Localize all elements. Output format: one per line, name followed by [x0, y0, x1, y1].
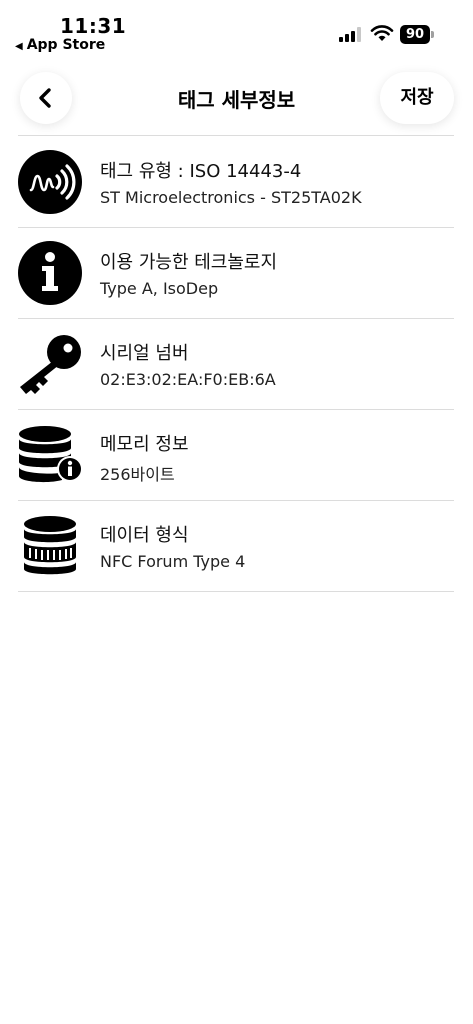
- list-item-tag-type: 태그 유형 : ISO 14443-4 ST Microelectronics …: [18, 137, 454, 228]
- database-icon: [24, 516, 76, 575]
- back-to-app-store-link[interactable]: ◀ App Store: [15, 37, 105, 53]
- item-subtitle: 02:E3:02:EA:F0:EB:6A: [100, 370, 276, 389]
- item-title: 메모리 정보: [100, 434, 189, 455]
- back-app-label: App Store: [26, 37, 106, 53]
- save-button[interactable]: 저장: [380, 72, 454, 124]
- list-item-serial-number: 시리얼 넘버 02:E3:02:EA:F0:EB:6A: [18, 319, 454, 410]
- list-item-technologies: 이용 가능한 테크놀로지 Type A, IsoDep: [18, 228, 454, 319]
- battery-level: 90: [400, 25, 430, 44]
- list-item-data-format: 데이터 형식 NFC Forum Type 4: [18, 501, 454, 592]
- key-icon: [20, 335, 81, 394]
- back-triangle-icon: ◀: [15, 41, 23, 52]
- item-subtitle: ST Microelectronics - ST25TA02K: [100, 188, 362, 207]
- item-title: 시리얼 넘버: [100, 343, 189, 364]
- status-bar: 11:31 ◀ App Store 90: [0, 0, 473, 56]
- item-title: 태그 유형 : ISO 14443-4: [100, 161, 302, 182]
- info-icon: [18, 241, 82, 305]
- item-subtitle: NFC Forum Type 4: [100, 552, 246, 571]
- tag-detail-list: 태그 유형 : ISO 14443-4 ST Microelectronics …: [0, 137, 473, 592]
- database-info-icon: [19, 426, 82, 483]
- item-title: 이용 가능한 테크놀로지: [100, 252, 278, 273]
- nav-divider: [18, 135, 454, 136]
- cellular-signal-icon: [339, 26, 361, 42]
- list-item-memory-info: 메모리 정보 256바이트: [18, 410, 454, 501]
- battery-icon: 90: [400, 25, 434, 44]
- wifi-icon: [370, 25, 394, 41]
- item-subtitle: Type A, IsoDep: [100, 279, 219, 298]
- status-time: 11:31: [60, 14, 127, 38]
- navigation-bar: 태그 세부정보 저장: [0, 60, 473, 136]
- item-subtitle: 256바이트: [100, 465, 175, 484]
- screen: 11:31 ◀ App Store 90 태그 세부정보 저장 태그 유형: …: [0, 0, 473, 1024]
- item-title: 데이터 형식: [100, 525, 189, 546]
- nfc-signal-icon: [18, 150, 82, 214]
